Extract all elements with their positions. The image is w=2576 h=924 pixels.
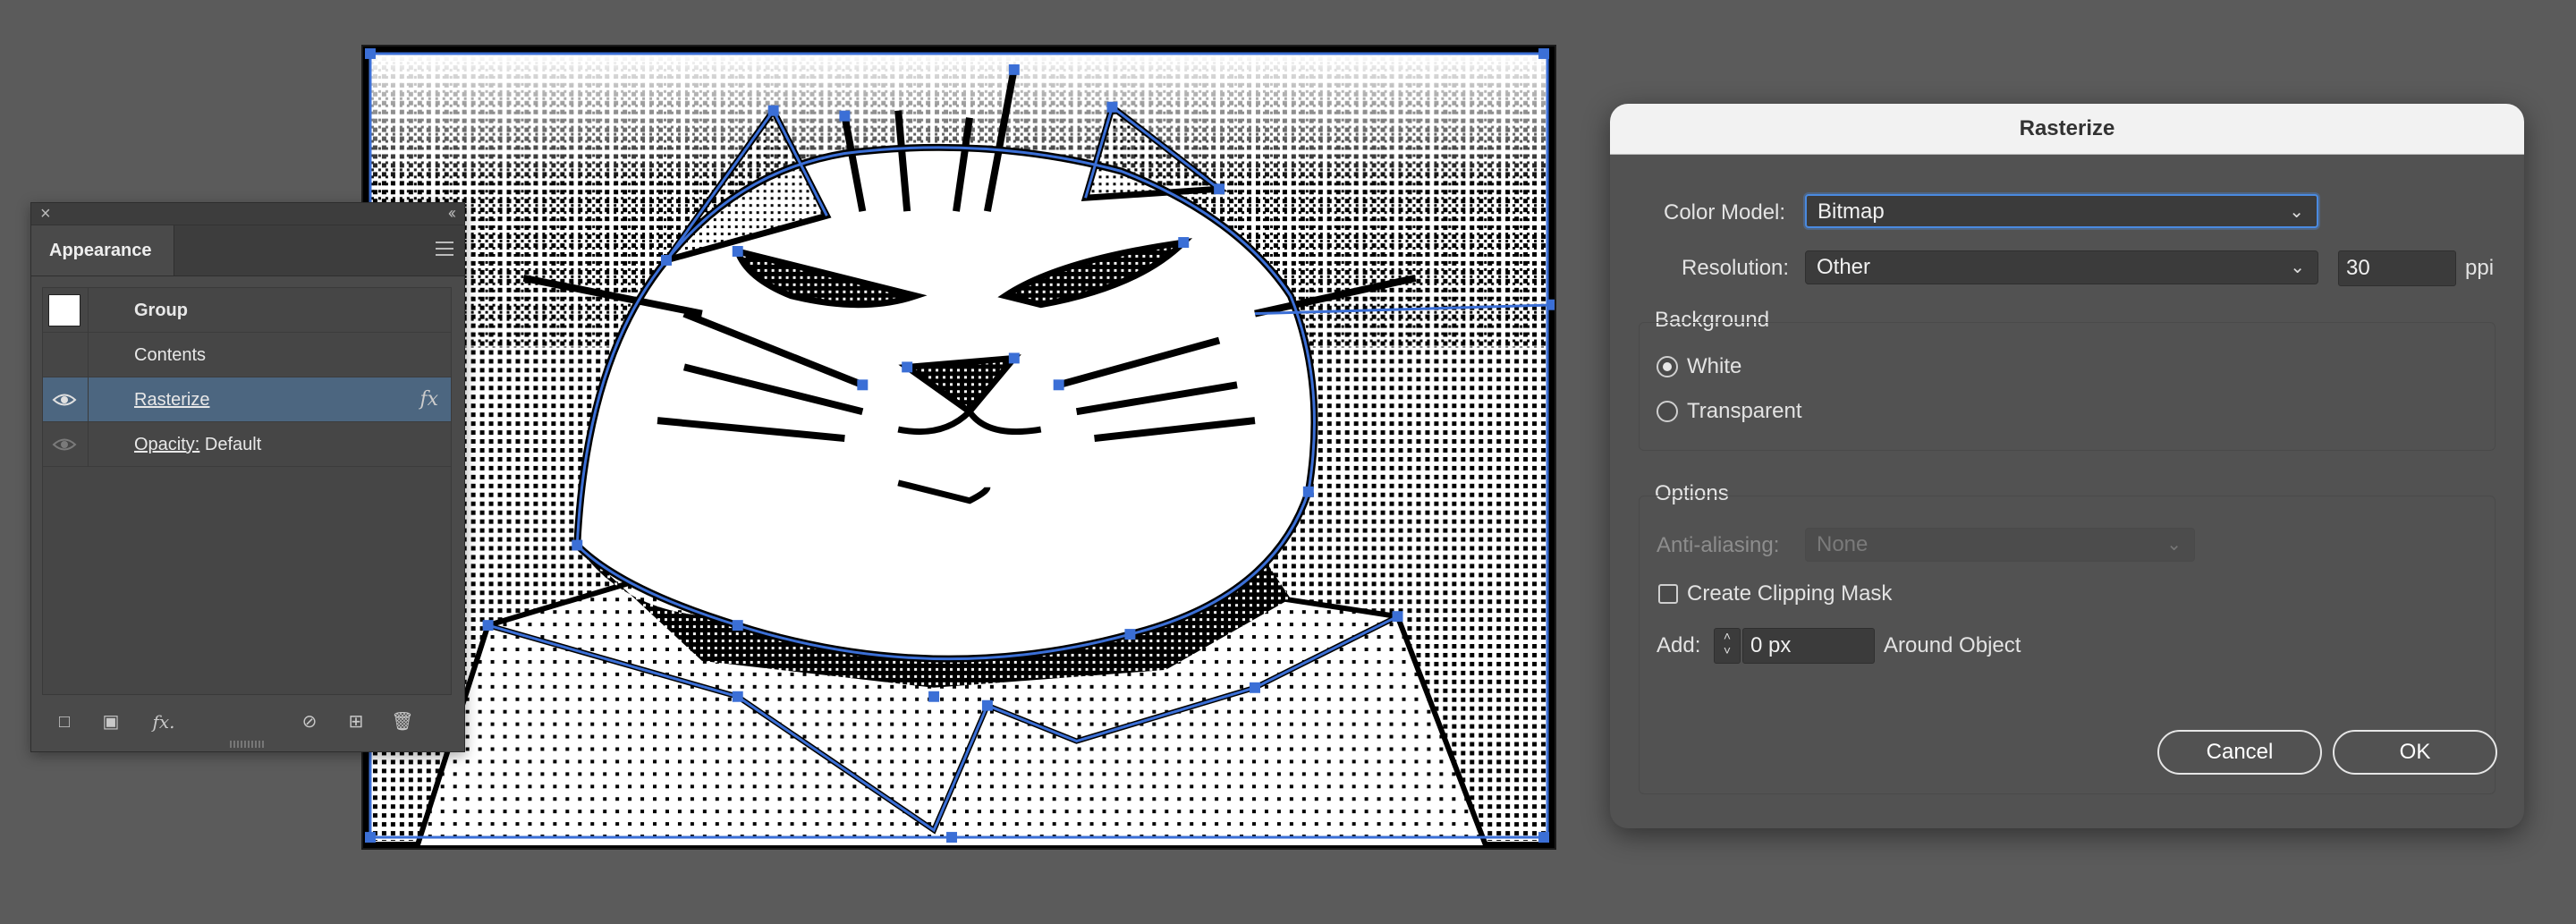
color-model-label: Color Model: bbox=[1664, 200, 1786, 225]
appearance-row-opacity[interactable]: Opacity: Default bbox=[43, 422, 451, 467]
chevron-down-icon: ⌄ bbox=[2289, 202, 2304, 222]
appearance-panel: × ‹‹ Appearance Group Contents Rasterize… bbox=[30, 202, 465, 752]
resolution-input[interactable]: 30 bbox=[2338, 250, 2456, 286]
ppi-unit-label: ppi bbox=[2465, 256, 2495, 280]
stepper-icon[interactable]: ˄ ˅ bbox=[1714, 628, 1741, 664]
fx-icon[interactable]: fx bbox=[419, 388, 438, 411]
rasterize-dialog: Rasterize Color Model: Bitmap ⌄ Resolutio… bbox=[1610, 104, 2524, 828]
resolution-label: Resolution: bbox=[1682, 256, 1790, 280]
appearance-row-contents[interactable]: Contents bbox=[43, 333, 451, 377]
dialog-title: Rasterize bbox=[1610, 104, 2524, 155]
panel-footer: □ ▣ fx. ⊘ ⊞ 🗑 bbox=[31, 698, 464, 751]
resize-grip[interactable] bbox=[230, 741, 266, 748]
add-new-fill-icon[interactable]: ▣ bbox=[99, 710, 123, 733]
eye-icon[interactable] bbox=[52, 390, 77, 410]
resolution-select[interactable]: Other ⌄ bbox=[1805, 250, 2318, 284]
opacity-link[interactable]: Opacity: bbox=[134, 435, 199, 454]
anti-aliasing-label: Anti-aliasing: bbox=[1657, 533, 1780, 557]
chevron-down-icon: ⌄ bbox=[2290, 258, 2305, 277]
eye-icon[interactable] bbox=[52, 435, 77, 454]
tab-appearance[interactable]: Appearance bbox=[31, 225, 174, 276]
row-label: Group bbox=[134, 301, 188, 320]
add-new-stroke-icon[interactable]: □ bbox=[53, 710, 76, 733]
add-label: Add: bbox=[1657, 633, 1701, 657]
clear-appearance-icon[interactable]: ⊘ bbox=[298, 710, 321, 733]
radio-transparent-label[interactable]: Transparent bbox=[1687, 399, 1802, 424]
duplicate-item-icon[interactable]: ⊞ bbox=[344, 710, 368, 733]
appearance-row-group[interactable]: Group bbox=[43, 288, 451, 333]
clipping-mask-label[interactable]: Create Clipping Mask bbox=[1687, 581, 1892, 606]
background-group bbox=[1639, 322, 2496, 451]
appearance-list: Group Contents Rasterize fx Opacity: Def… bbox=[42, 287, 452, 695]
halftone-cat-illustration bbox=[363, 47, 1555, 848]
around-object-label: Around Object bbox=[1884, 633, 2021, 657]
radio-transparent[interactable] bbox=[1657, 401, 1678, 422]
radio-white[interactable] bbox=[1657, 356, 1678, 377]
row-label: Opacity: Default bbox=[134, 422, 261, 467]
panel-menu-icon[interactable] bbox=[436, 242, 453, 260]
close-icon[interactable]: × bbox=[40, 205, 51, 223]
panel-tabs: Appearance bbox=[31, 225, 464, 276]
ok-button[interactable]: OK bbox=[2333, 730, 2497, 775]
row-label[interactable]: Rasterize bbox=[134, 377, 209, 422]
row-label: Contents bbox=[134, 345, 207, 365]
chevron-down-icon: ⌄ bbox=[2166, 535, 2182, 555]
artwork-canvas[interactable] bbox=[361, 45, 1556, 850]
clipping-mask-checkbox[interactable] bbox=[1658, 584, 1678, 604]
group-thumbnail bbox=[48, 294, 80, 326]
radio-white-label[interactable]: White bbox=[1687, 354, 1741, 379]
appearance-row-rasterize[interactable]: Rasterize fx bbox=[43, 377, 451, 422]
add-effect-icon[interactable]: fx. bbox=[146, 710, 182, 733]
add-input[interactable]: 0 px bbox=[1742, 628, 1875, 664]
panel-titlebar[interactable]: × ‹‹ bbox=[31, 203, 464, 225]
trash-icon[interactable]: 🗑 bbox=[391, 710, 414, 733]
anti-aliasing-select: None ⌄ bbox=[1805, 528, 2195, 562]
color-model-select[interactable]: Bitmap ⌄ bbox=[1805, 194, 2318, 228]
cancel-button[interactable]: Cancel bbox=[2157, 730, 2322, 775]
opacity-value: Default bbox=[204, 435, 262, 454]
collapse-icon[interactable]: ‹‹ bbox=[448, 204, 456, 223]
